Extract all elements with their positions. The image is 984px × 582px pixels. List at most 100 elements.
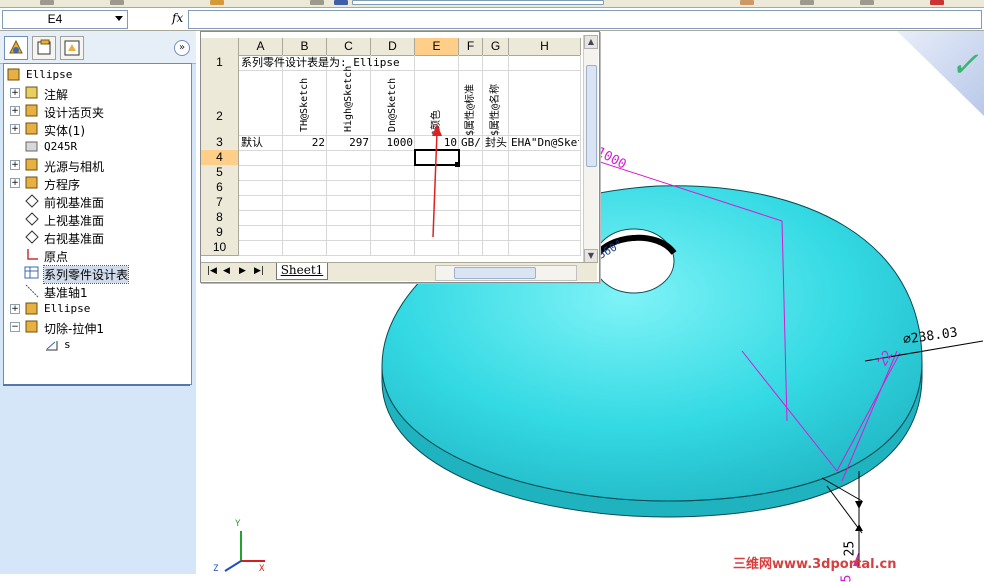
tree-item[interactable]: 原点: [4, 246, 191, 264]
expand-icon[interactable]: +: [10, 88, 20, 98]
cell-B9[interactable]: [283, 225, 327, 241]
tree-item[interactable]: s: [4, 336, 191, 354]
toolbar-combo[interactable]: [352, 0, 604, 5]
cell-A2[interactable]: [239, 70, 283, 136]
formula-input[interactable]: [188, 10, 982, 29]
cell-H9[interactable]: [509, 225, 581, 241]
cell-H8[interactable]: [509, 210, 581, 226]
toolbar-button[interactable]: [860, 0, 874, 5]
last-sheet-icon[interactable]: ▶|: [254, 266, 264, 276]
row-header[interactable]: 9: [201, 225, 239, 241]
cell-A5[interactable]: [239, 165, 283, 181]
cell-H7[interactable]: [509, 195, 581, 211]
row-header[interactable]: 6: [201, 180, 239, 196]
tree-item[interactable]: 基准轴1: [4, 282, 191, 300]
tree-item[interactable]: + 设计活页夹: [4, 102, 191, 120]
tree-item[interactable]: − 切除-拉伸1: [4, 318, 191, 336]
cell-G4[interactable]: [483, 150, 509, 166]
prev-sheet-icon[interactable]: ◀: [223, 266, 230, 276]
cell-F1[interactable]: [459, 55, 483, 71]
cell-B4[interactable]: [283, 150, 327, 166]
cell-F10[interactable]: [459, 240, 483, 256]
cell-E5[interactable]: [415, 165, 459, 181]
cell-G1[interactable]: [483, 55, 509, 71]
tree-item[interactable]: 上视基准面: [4, 210, 191, 228]
toolbar-button[interactable]: [40, 0, 54, 5]
expand-icon[interactable]: +: [10, 124, 20, 134]
row-header[interactable]: 2: [201, 70, 239, 136]
cell-G8[interactable]: [483, 210, 509, 226]
horizontal-scroll-thumb[interactable]: [454, 267, 536, 279]
cell-G7[interactable]: [483, 195, 509, 211]
column-header[interactable]: F: [459, 38, 483, 56]
cell-G9[interactable]: [483, 225, 509, 241]
cell-E7[interactable]: [415, 195, 459, 211]
cell-A7[interactable]: [239, 195, 283, 211]
cell-C9[interactable]: [327, 225, 371, 241]
cell-H10[interactable]: [509, 240, 581, 256]
fx-icon[interactable]: fx: [172, 11, 183, 25]
cell-E9[interactable]: [415, 225, 459, 241]
cell-H2[interactable]: [509, 70, 581, 136]
toolbar-button[interactable]: [210, 0, 224, 5]
spreadsheet-grid[interactable]: A B C D E F G H 1 2 3 4 5 6 7 8 9 10 系列零件设计表是为: Ellipse TH@…: [201, 32, 582, 262]
column-header[interactable]: D: [371, 38, 415, 56]
next-sheet-icon[interactable]: ▶: [239, 266, 246, 276]
cell-D10[interactable]: [371, 240, 415, 256]
scroll-down-icon[interactable]: ▼: [584, 249, 598, 263]
dim-5-label[interactable]: 5: [839, 575, 854, 582]
chevron-down-icon[interactable]: [115, 16, 123, 21]
column-header[interactable]: G: [483, 38, 509, 56]
cell-D7[interactable]: [371, 195, 415, 211]
cell-C10[interactable]: [327, 240, 371, 256]
expand-panel-button[interactable]: »: [174, 40, 190, 56]
active-cell-cursor[interactable]: [414, 149, 460, 166]
cell-C4[interactable]: [327, 150, 371, 166]
cell-A10[interactable]: [239, 240, 283, 256]
cell-A6[interactable]: [239, 180, 283, 196]
tree-item[interactable]: + 方程序: [4, 174, 191, 192]
cell-G5[interactable]: [483, 165, 509, 181]
row-header[interactable]: 7: [201, 195, 239, 211]
cell-C8[interactable]: [327, 210, 371, 226]
tree-item[interactable]: Ellipse: [4, 66, 191, 84]
tree-item[interactable]: 前视基准面: [4, 192, 191, 210]
cell-G10[interactable]: [483, 240, 509, 256]
toolbar-button[interactable]: [930, 0, 944, 5]
cell-B7[interactable]: [283, 195, 327, 211]
tab-sheet1[interactable]: Sheet1: [276, 263, 328, 280]
toolbar-button[interactable]: [310, 0, 324, 5]
row-header[interactable]: 10: [201, 240, 239, 256]
cell-B10[interactable]: [283, 240, 327, 256]
tab-configuration-manager[interactable]: [60, 36, 84, 60]
select-all-corner[interactable]: [201, 38, 239, 56]
cell-F8[interactable]: [459, 210, 483, 226]
toolbar-button[interactable]: [110, 0, 124, 5]
cell-E10[interactable]: [415, 240, 459, 256]
cell-D4[interactable]: [371, 150, 415, 166]
column-header[interactable]: H: [509, 38, 581, 56]
cell-D9[interactable]: [371, 225, 415, 241]
cell-C7[interactable]: [327, 195, 371, 211]
row-header[interactable]: 4: [201, 150, 239, 166]
vertical-scrollbar[interactable]: ▲ ▼: [583, 35, 598, 263]
toolbar-dropdown[interactable]: [334, 0, 348, 5]
cell-F4[interactable]: [459, 150, 483, 166]
column-header[interactable]: E: [415, 38, 459, 56]
cell-F7[interactable]: [459, 195, 483, 211]
tree-item[interactable]: 右视基准面: [4, 228, 191, 246]
tree-item[interactable]: + 光源与相机: [4, 156, 191, 174]
cell-H1[interactable]: [509, 55, 581, 71]
tab-property-manager[interactable]: [32, 36, 56, 60]
cell-E1[interactable]: [415, 55, 459, 71]
cell-A9[interactable]: [239, 225, 283, 241]
tree-item[interactable]: + 注解: [4, 84, 191, 102]
cell-H5[interactable]: [509, 165, 581, 181]
column-header[interactable]: A: [239, 38, 283, 56]
cell-H4[interactable]: [509, 150, 581, 166]
expand-icon[interactable]: −: [10, 322, 20, 332]
fill-handle[interactable]: [455, 162, 460, 167]
toolbar-button[interactable]: [800, 0, 814, 5]
tree-item[interactable]: Q245R: [4, 138, 191, 156]
cell-B6[interactable]: [283, 180, 327, 196]
